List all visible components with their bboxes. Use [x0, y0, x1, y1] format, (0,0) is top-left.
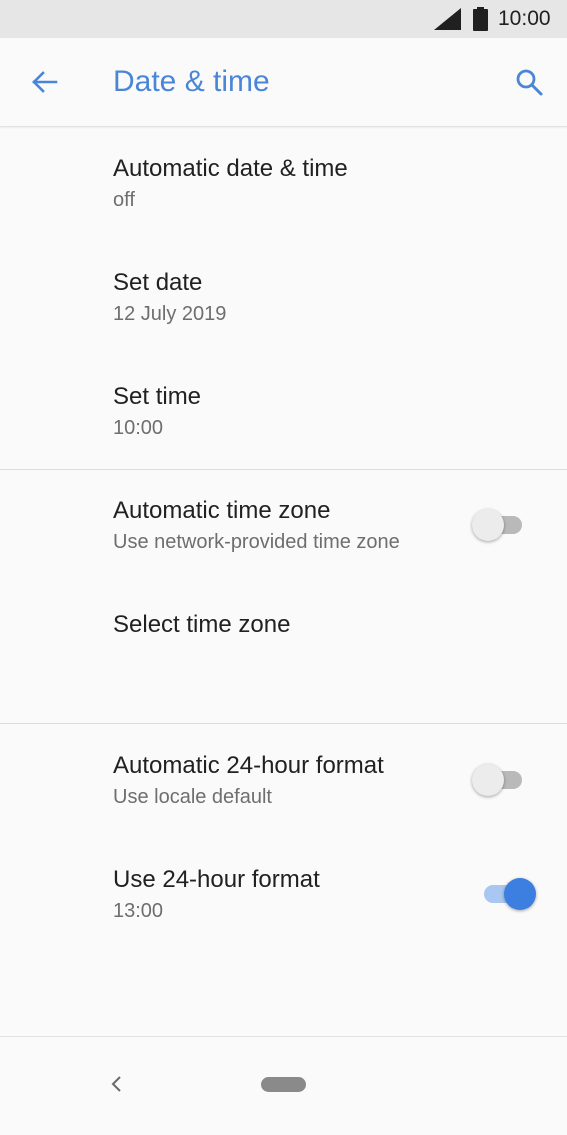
set-date-summary: 12 July 2019: [113, 303, 227, 325]
search-icon: [516, 69, 543, 96]
home-pill-icon[interactable]: [261, 1077, 306, 1092]
automatic-date-time-title: Automatic date & time: [113, 155, 348, 182]
automatic-24-hour-toggle[interactable]: [470, 760, 530, 800]
set-date-title: Set date: [113, 269, 203, 296]
search-button[interactable]: [507, 60, 551, 104]
use-24-hour-row[interactable]: Use 24-hour format 13:00: [0, 837, 567, 951]
automatic-time-zone-title: Automatic time zone: [113, 497, 331, 524]
select-time-zone-row[interactable]: Select time zone: [0, 582, 567, 696]
automatic-time-zone-row[interactable]: Automatic time zone Use network-provided…: [0, 468, 567, 582]
back-button[interactable]: [22, 60, 66, 104]
toggle-thumb: [472, 764, 504, 796]
automatic-time-zone-summary: Use network-provided time zone: [113, 531, 400, 553]
navigation-bar: [0, 1036, 567, 1135]
use-24-hour-title: Use 24-hour format: [113, 866, 320, 893]
use-24-hour-toggle[interactable]: [474, 874, 536, 914]
automatic-24-hour-title: Automatic 24-hour format: [113, 752, 384, 779]
automatic-24-hour-row[interactable]: Automatic 24-hour format Use locale defa…: [0, 723, 567, 837]
app-bar: Date & time: [0, 38, 567, 127]
select-time-zone-title: Select time zone: [113, 611, 291, 638]
status-bar: 10:00: [0, 0, 567, 38]
automatic-date-time-row[interactable]: Automatic date & time off: [0, 126, 567, 240]
page-title: Date & time: [113, 65, 270, 98]
chevron-left-icon: [111, 1076, 121, 1092]
battery-icon: [473, 7, 488, 31]
automatic-24-hour-summary: Use locale default: [113, 786, 272, 808]
use-24-hour-summary: 13:00: [113, 900, 164, 922]
arrow-left-icon: [32, 71, 58, 93]
set-time-row[interactable]: Set time 10:00: [0, 354, 567, 468]
signal-icon: [434, 8, 461, 30]
automatic-time-zone-toggle[interactable]: [470, 505, 530, 545]
automatic-date-time-summary: off: [113, 189, 135, 211]
set-time-summary: 10:00: [113, 417, 164, 439]
set-time-title: Set time: [113, 383, 202, 410]
set-date-row[interactable]: Set date 12 July 2019: [0, 240, 567, 354]
toggle-thumb: [504, 878, 536, 910]
toggle-thumb: [472, 509, 504, 541]
nav-back-button[interactable]: [100, 1067, 134, 1101]
status-clock: 10:00: [498, 7, 551, 30]
